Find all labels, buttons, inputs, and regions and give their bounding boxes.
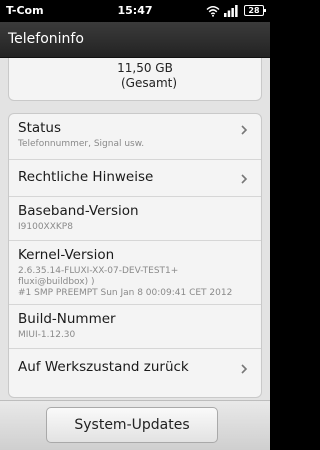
chevron-right-icon	[241, 125, 248, 135]
info-card: Status Telefonnummer, Signal usw. Rechtl…	[8, 113, 262, 398]
status-bar: T-Com 15:47 28	[0, 0, 270, 22]
list-item-legal[interactable]: Rechtliche Hinweise	[9, 160, 261, 197]
kernel-line: 2.6.35.14-FLUXI-XX-07-DEV-TEST1+	[18, 266, 179, 276]
storage-value: 11,50 GB	[117, 61, 173, 75]
phone-screen: T-Com 15:47 28 Telefoninfo 11,50 GB (Ges…	[0, 0, 270, 450]
item-subtitle: I9100XXKP8	[18, 222, 73, 232]
item-subtitle: 2.6.35.14-FLUXI-XX-07-DEV-TEST1+ fluxi@b…	[18, 266, 261, 299]
kernel-line: #1 SMP PREEMPT Sun Jan 8 00:09:41 CET 20…	[18, 288, 233, 298]
storage-label: (Gesamt)	[120, 76, 178, 90]
settings-list[interactable]: 11,50 GB (Gesamt) Status Telefonnummer, …	[0, 58, 270, 400]
battery-icon: 28	[244, 5, 266, 16]
item-title: Rechtliche Hinweise	[18, 169, 154, 185]
signal-strength-icon	[224, 5, 238, 17]
chevron-right-icon	[241, 364, 248, 374]
list-item-kernel: Kernel-Version 2.6.35.14-FLUXI-XX-07-DEV…	[9, 241, 261, 305]
bottom-bar: System-Updates	[0, 400, 270, 450]
item-title: Baseband-Version	[18, 203, 139, 219]
list-item-build: Build-Nummer MIUI-1.12.30	[9, 305, 261, 349]
list-item-factory-reset[interactable]: Auf Werkszustand zurück	[9, 349, 261, 389]
item-subtitle: Telefonnummer, Signal usw.	[18, 139, 145, 149]
item-title: Status	[18, 120, 62, 136]
battery-level: 28	[248, 6, 260, 15]
kernel-line: fluxi@buildbox) )	[18, 277, 95, 287]
system-updates-button[interactable]: System-Updates	[46, 407, 218, 443]
item-title: Auf Werkszustand zurück	[18, 359, 189, 375]
page-title: Telefoninfo	[8, 31, 84, 47]
wifi-icon	[206, 6, 220, 17]
list-item-baseband: Baseband-Version I9100XXKP8	[9, 197, 261, 241]
list-item-status[interactable]: Status Telefonnummer, Signal usw.	[9, 114, 261, 160]
item-title: Build-Nummer	[18, 311, 116, 327]
item-subtitle: MIUI-1.12.30	[18, 330, 76, 340]
item-title: Kernel-Version	[18, 247, 115, 263]
storage-card: 11,50 GB (Gesamt)	[8, 58, 262, 101]
title-bar: Telefoninfo	[0, 22, 270, 58]
chevron-right-icon	[241, 174, 248, 184]
